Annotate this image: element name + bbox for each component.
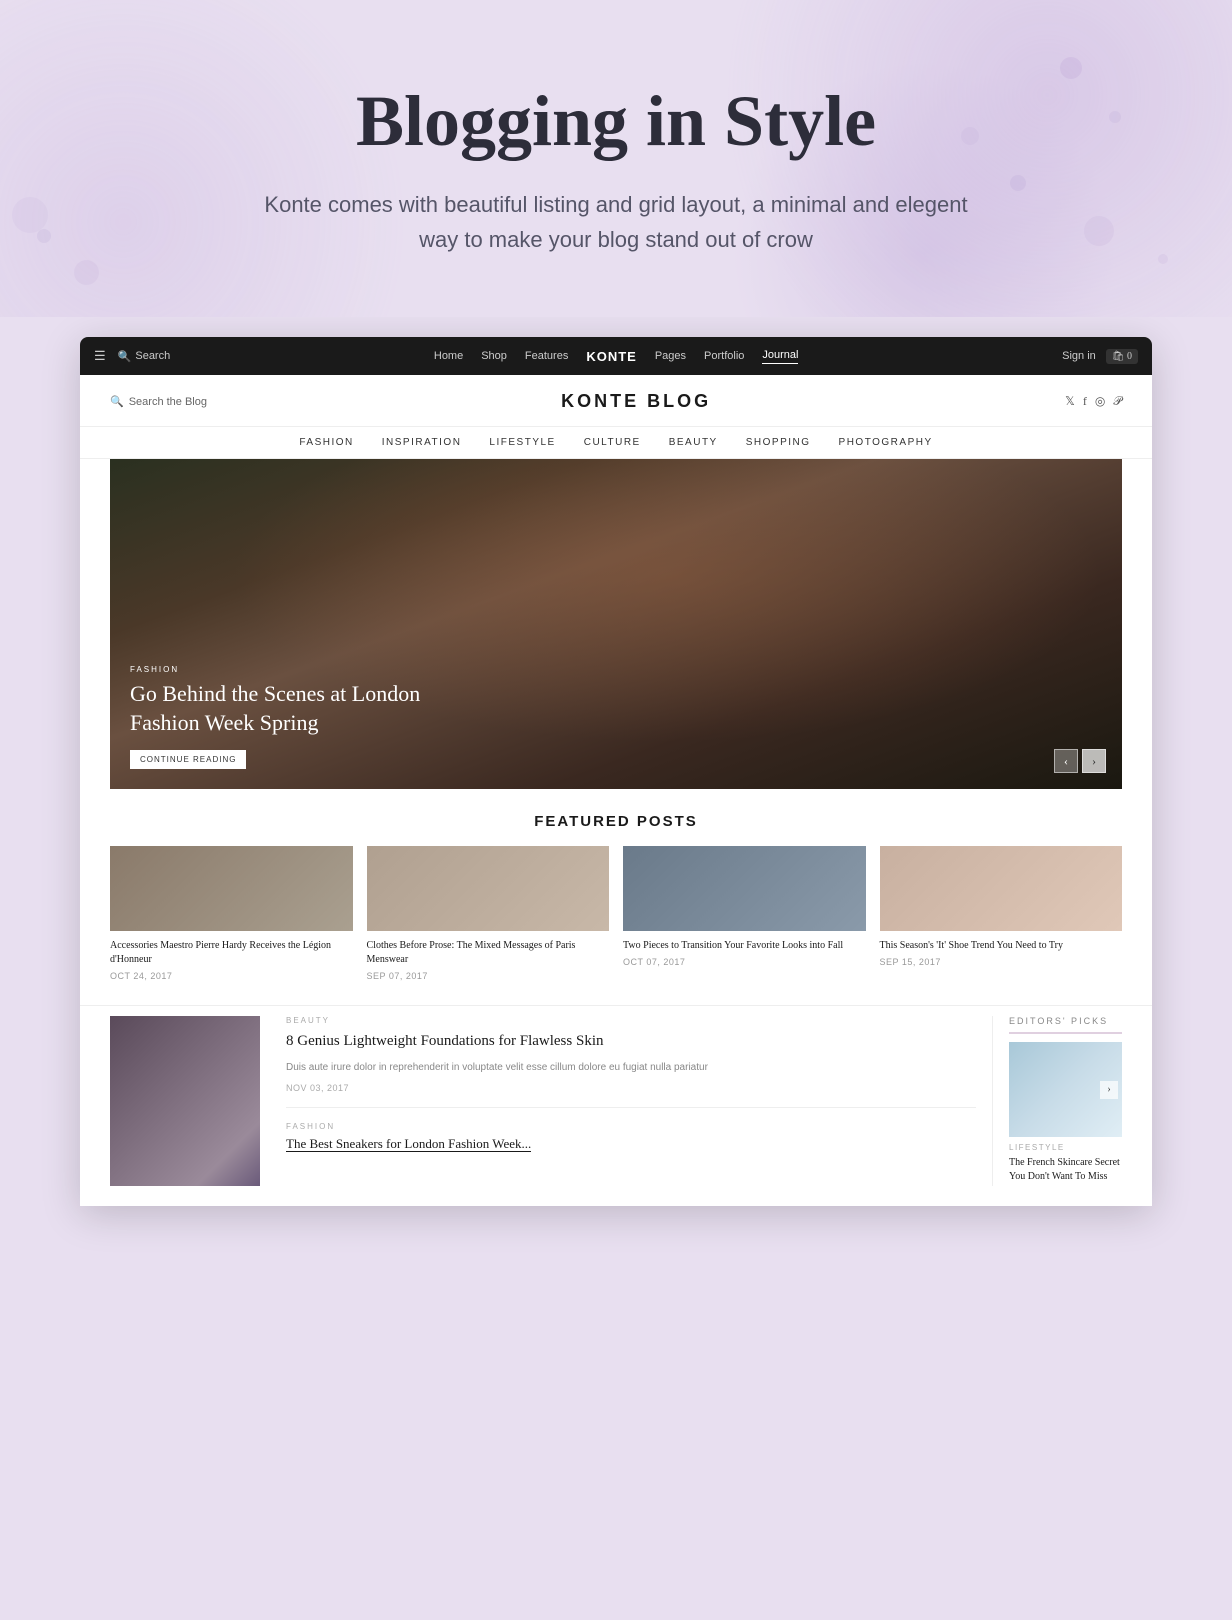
editors-picks-panel: EDITORS' PICKS › LIFESTYLE The French Sk… xyxy=(992,1016,1122,1186)
featured-date-4: SEP 15, 2017 xyxy=(880,957,1123,967)
signin-link[interactable]: Sign in xyxy=(1062,350,1096,362)
facebook-icon[interactable]: f xyxy=(1083,394,1087,409)
featured-section-title: Featured Posts xyxy=(110,813,1122,830)
main-article-content: BEAUTY 8 Genius Lightweight Foundations … xyxy=(270,1016,992,1186)
cat-photography[interactable]: PHOTOGRAPHY xyxy=(839,437,933,448)
featured-title-2: Clothes Before Prose: The Mixed Messages… xyxy=(367,939,610,967)
search-label: Search xyxy=(135,350,170,362)
editors-picks-next-arrow[interactable]: › xyxy=(1100,1081,1118,1099)
blog-search-button[interactable]: 🔍 Search the Blog xyxy=(110,395,207,408)
featured-image-2 xyxy=(367,846,610,931)
next-arrow[interactable]: › xyxy=(1082,749,1106,773)
featured-title-4: This Season's 'It' Shoe Trend You Need t… xyxy=(880,939,1123,953)
cat-beauty[interactable]: BEAUTY xyxy=(669,437,718,448)
cat-culture[interactable]: CULTURE xyxy=(584,437,641,448)
editors-item-title[interactable]: The French Skincare Secret You Don't Wan… xyxy=(1009,1156,1122,1184)
social-icons: 𝕏 f ◎ 𝒫 xyxy=(1065,394,1122,409)
featured-section: Featured Posts Accessories Maestro Pierr… xyxy=(80,789,1152,1005)
main-article-image xyxy=(110,1016,260,1186)
featured-image-1 xyxy=(110,846,353,931)
featured-item-1[interactable]: Accessories Maestro Pierre Hardy Receive… xyxy=(110,846,353,981)
nav-brand[interactable]: KONTE xyxy=(586,349,637,364)
featured-date-2: SEP 07, 2017 xyxy=(367,971,610,981)
search-icon-blog: 🔍 xyxy=(110,395,124,408)
hero-article-title: Go Behind the Scenes at London Fashion W… xyxy=(130,680,430,737)
nav-links: Home Shop Features KONTE Pages Portfolio… xyxy=(434,349,799,364)
featured-grid: Accessories Maestro Pierre Hardy Receive… xyxy=(110,846,1122,981)
bottom-section: BEAUTY 8 Genius Lightweight Foundations … xyxy=(80,1005,1152,1206)
cart-button[interactable]: 🛍 0 xyxy=(1106,349,1138,364)
hero-overlay-text: FASHION Go Behind the Scenes at London F… xyxy=(130,665,430,769)
second-article-title[interactable]: The Best Sneakers for London Fashion Wee… xyxy=(286,1136,531,1152)
second-article-category: FASHION xyxy=(286,1122,976,1131)
hero-section: Blogging in Style Konte comes with beaut… xyxy=(0,0,1232,317)
editors-picks-label: EDITORS' PICKS xyxy=(1009,1016,1122,1034)
blog-category-nav: FASHION INSPIRATION LIFESTYLE CULTURE BE… xyxy=(80,427,1152,459)
main-article-date: NOV 03, 2017 xyxy=(286,1083,976,1093)
editors-picks-image: › xyxy=(1009,1042,1122,1137)
featured-item-4[interactable]: This Season's 'It' Shoe Trend You Need t… xyxy=(880,846,1123,981)
hero-nav-arrows: ‹ › xyxy=(1054,749,1106,773)
featured-image-3 xyxy=(623,846,866,931)
pinterest-icon[interactable]: 𝒫 xyxy=(1113,394,1122,409)
featured-title-3: Two Pieces to Transition Your Favorite L… xyxy=(623,939,866,953)
blog-header: 🔍 Search the Blog KONTE BLOG 𝕏 f ◎ 𝒫 xyxy=(80,375,1152,427)
hamburger-icon[interactable]: ☰ xyxy=(94,348,106,364)
hero-image-area: FASHION Go Behind the Scenes at London F… xyxy=(110,459,1122,789)
main-article-excerpt: Duis aute irure dolor in reprehenderit i… xyxy=(286,1060,976,1075)
nav-shop[interactable]: Shop xyxy=(481,350,507,362)
nav-portfolio[interactable]: Portfolio xyxy=(704,350,744,362)
browser-frame: ☰ 🔍 Search Home Shop Features KONTE Page… xyxy=(80,337,1152,1206)
cat-fashion[interactable]: FASHION xyxy=(299,437,353,448)
nav-journal[interactable]: Journal xyxy=(762,349,798,364)
hero-category-badge: FASHION xyxy=(130,665,430,674)
prev-arrow[interactable]: ‹ xyxy=(1054,749,1078,773)
featured-title-1: Accessories Maestro Pierre Hardy Receive… xyxy=(110,939,353,967)
main-article-title[interactable]: 8 Genius Lightweight Foundations for Fla… xyxy=(286,1031,976,1052)
twitter-icon[interactable]: 𝕏 xyxy=(1065,394,1075,409)
hero-subtitle: Konte comes with beautiful listing and g… xyxy=(256,187,976,257)
featured-image-4 xyxy=(880,846,1123,931)
blog-title: KONTE BLOG xyxy=(561,391,711,412)
instagram-icon[interactable]: ◎ xyxy=(1095,394,1105,409)
hero-image: FASHION Go Behind the Scenes at London F… xyxy=(110,459,1122,789)
top-navbar: ☰ 🔍 Search Home Shop Features KONTE Page… xyxy=(80,337,1152,375)
blog-search-label: Search the Blog xyxy=(129,396,207,408)
featured-item-3[interactable]: Two Pieces to Transition Your Favorite L… xyxy=(623,846,866,981)
nav-pages[interactable]: Pages xyxy=(655,350,686,362)
second-article: FASHION The Best Sneakers for London Fas… xyxy=(286,1107,976,1153)
nav-search-button[interactable]: 🔍 Search xyxy=(118,350,171,363)
continue-reading-button[interactable]: CONTINUE READING xyxy=(130,750,246,769)
featured-date-1: OCT 24, 2017 xyxy=(110,971,353,981)
nav-home[interactable]: Home xyxy=(434,350,463,362)
nav-right: Sign in 🛍 0 xyxy=(1062,349,1138,364)
cat-inspiration[interactable]: INSPIRATION xyxy=(382,437,462,448)
featured-item-2[interactable]: Clothes Before Prose: The Mixed Messages… xyxy=(367,846,610,981)
featured-date-3: OCT 07, 2017 xyxy=(623,957,866,967)
editors-item-category: LIFESTYLE xyxy=(1009,1143,1122,1152)
search-icon: 🔍 xyxy=(118,350,132,363)
main-article-category: BEAUTY xyxy=(286,1016,976,1025)
nav-features[interactable]: Features xyxy=(525,350,568,362)
page-title: Blogging in Style xyxy=(40,80,1192,163)
blog-area: 🔍 Search the Blog KONTE BLOG 𝕏 f ◎ 𝒫 FAS… xyxy=(80,375,1152,1206)
cat-shopping[interactable]: SHOPPING xyxy=(746,437,811,448)
cat-lifestyle[interactable]: LIFESTYLE xyxy=(489,437,555,448)
